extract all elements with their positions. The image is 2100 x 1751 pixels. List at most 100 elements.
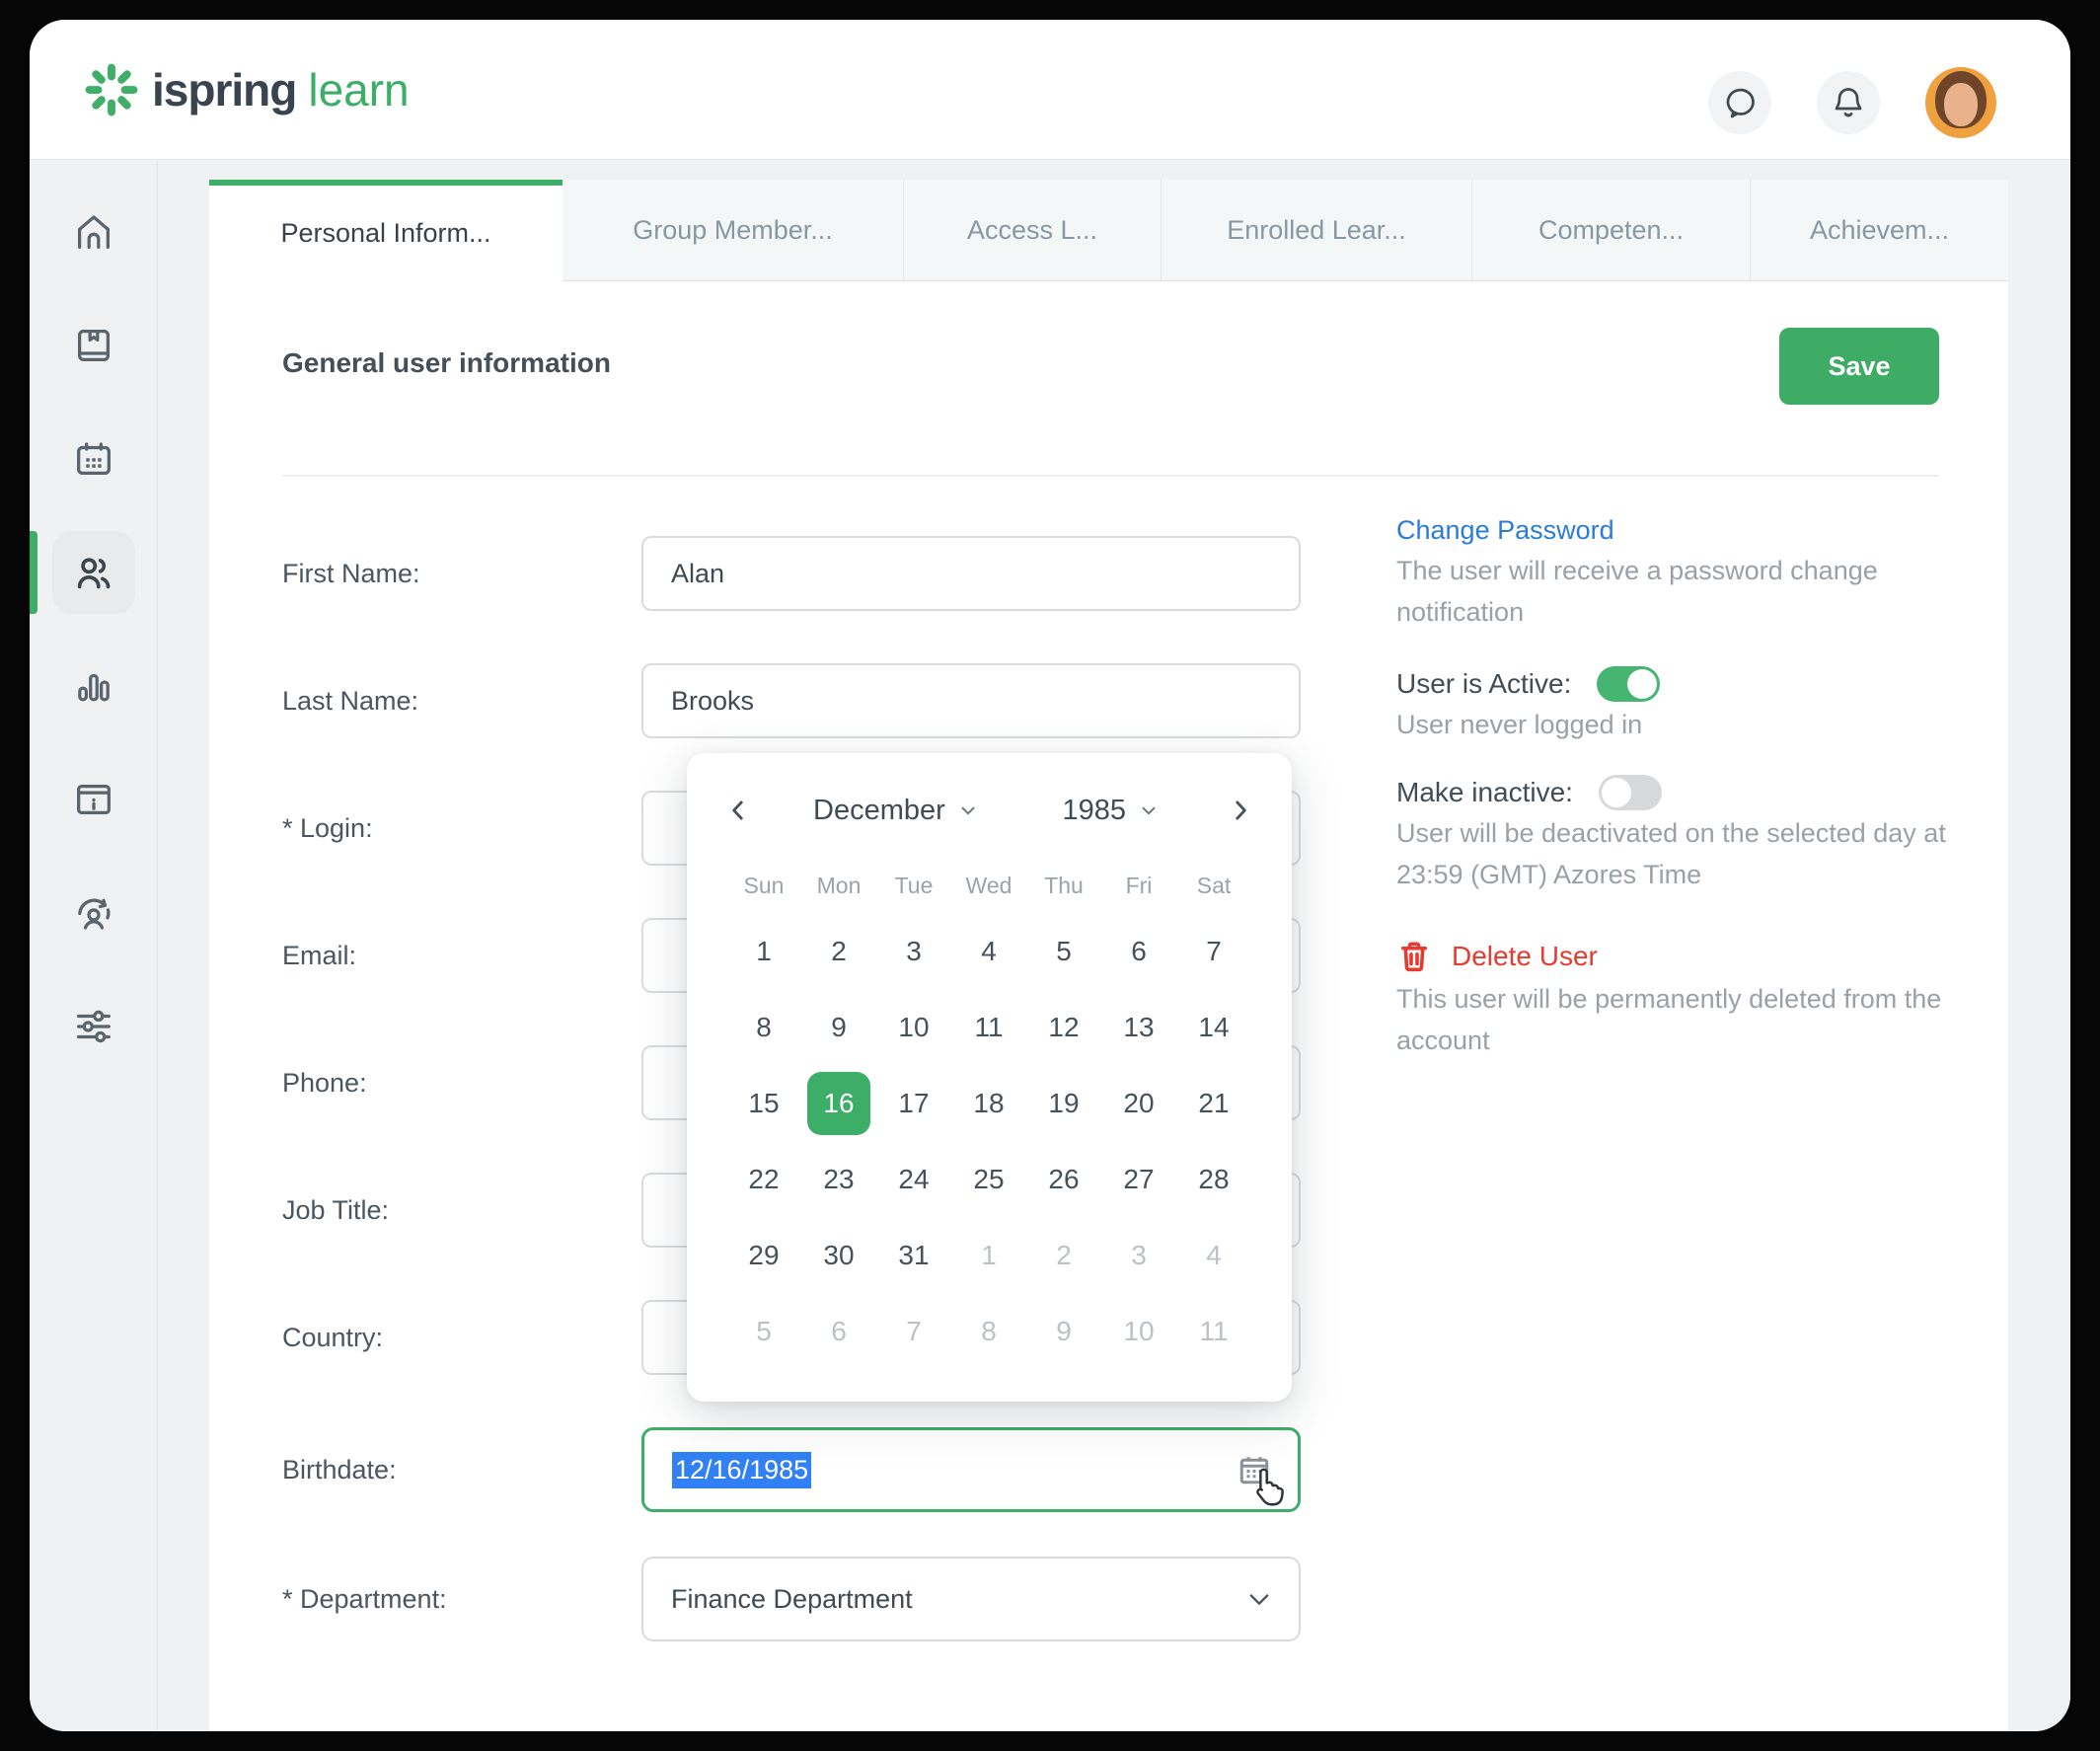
day-cell[interactable]: 14 xyxy=(1176,989,1251,1065)
day-cell[interactable]: 4 xyxy=(1176,1217,1251,1293)
tab-personal-information[interactable]: Personal Inform... xyxy=(209,180,562,281)
form-row-birthdate: Birthdate: 12/16/1985 xyxy=(282,1427,1301,1512)
day-cell[interactable]: 1 xyxy=(726,913,801,989)
year-dropdown[interactable]: 1985 xyxy=(1062,795,1160,827)
make-inactive-description: User will be deactivated on the selected… xyxy=(1396,812,1949,895)
day-cell[interactable]: 9 xyxy=(1026,1293,1101,1369)
screenshot-canvas: ispring learn xyxy=(0,0,2100,1751)
tab-group-membership[interactable]: Group Member... xyxy=(562,180,903,281)
day-cell[interactable]: 7 xyxy=(1176,913,1251,989)
sidebar-item-info[interactable] xyxy=(52,758,135,841)
day-cell[interactable]: 24 xyxy=(876,1141,951,1217)
delete-user-button[interactable]: Delete User xyxy=(1396,939,1949,974)
form-row-department: * Department: Finance Department xyxy=(282,1557,1301,1641)
day-cell[interactable]: 5 xyxy=(726,1293,801,1369)
user-active-description: User never logged in xyxy=(1396,704,1949,745)
day-cell[interactable]: 19 xyxy=(1026,1065,1101,1141)
bar-chart-icon xyxy=(71,663,116,709)
day-cell[interactable]: 26 xyxy=(1026,1141,1101,1217)
day-cell[interactable]: 6 xyxy=(1101,913,1176,989)
department-select[interactable]: Finance Department xyxy=(641,1557,1301,1641)
day-cell[interactable]: 1 xyxy=(951,1217,1026,1293)
save-button[interactable]: Save xyxy=(1779,328,1939,405)
day-cell[interactable]: 10 xyxy=(1101,1293,1176,1369)
weekday-row: SunMonTueWedThuFriSat xyxy=(687,864,1292,907)
page-title: General user information xyxy=(282,347,611,379)
day-cell[interactable]: 9 xyxy=(801,989,876,1065)
tab-enrolled-learning[interactable]: Enrolled Lear... xyxy=(1161,180,1471,281)
day-cell[interactable]: 8 xyxy=(726,989,801,1065)
birthdate-input[interactable]: 12/16/1985 xyxy=(641,1427,1301,1512)
day-cell[interactable]: 12 xyxy=(1026,989,1101,1065)
sidebar-item-settings[interactable] xyxy=(52,985,135,1068)
sidebar-item-calendar[interactable] xyxy=(52,418,135,500)
day-cell[interactable]: 5 xyxy=(1026,913,1101,989)
weekday-label: Fri xyxy=(1101,864,1176,907)
toggle-knob xyxy=(1627,669,1657,699)
tab-access-level[interactable]: Access L... xyxy=(903,180,1161,281)
country-label: Country: xyxy=(282,1323,641,1353)
previous-month-button[interactable] xyxy=(716,789,760,832)
make-inactive-toggle[interactable] xyxy=(1599,775,1662,810)
mentoring-icon xyxy=(71,890,116,936)
tab-achievements[interactable]: Achievem... xyxy=(1750,180,2008,281)
sidebar-item-home[interactable] xyxy=(52,190,135,273)
hand-cursor-icon xyxy=(1246,1464,1292,1509)
sidebar-item-reports[interactable] xyxy=(52,645,135,727)
department-label: * Department: xyxy=(282,1584,641,1615)
weekday-label: Mon xyxy=(801,864,876,907)
home-icon xyxy=(71,209,116,255)
chevron-down-icon xyxy=(1245,1585,1273,1613)
brand-spark-icon xyxy=(85,63,138,116)
notifications-button[interactable] xyxy=(1817,71,1880,134)
sidebar-item-library[interactable] xyxy=(52,304,135,387)
selected-day-cell[interactable]: 16 xyxy=(801,1065,876,1141)
day-cell[interactable]: 3 xyxy=(1101,1217,1176,1293)
tab-competencies[interactable]: Competen... xyxy=(1471,180,1750,281)
user-active-toggle[interactable] xyxy=(1597,666,1660,702)
chevron-right-icon xyxy=(1228,798,1253,823)
day-cell[interactable]: 30 xyxy=(801,1217,876,1293)
day-cell[interactable]: 22 xyxy=(726,1141,801,1217)
day-cell[interactable]: 6 xyxy=(801,1293,876,1369)
chat-button[interactable] xyxy=(1708,71,1771,134)
first-name-input[interactable]: Alan xyxy=(641,536,1301,611)
day-cell[interactable]: 20 xyxy=(1101,1065,1176,1141)
day-cell[interactable]: 2 xyxy=(801,913,876,989)
birthdate-label: Birthdate: xyxy=(282,1455,641,1485)
sidebar-divider xyxy=(157,160,158,1731)
month-dropdown[interactable]: December xyxy=(813,795,979,827)
day-cell[interactable]: 3 xyxy=(876,913,951,989)
day-cell[interactable]: 10 xyxy=(876,989,951,1065)
day-cell[interactable]: 17 xyxy=(876,1065,951,1141)
day-cell[interactable]: 27 xyxy=(1101,1141,1176,1217)
day-cell[interactable]: 13 xyxy=(1101,989,1176,1065)
day-cell[interactable]: 18 xyxy=(951,1065,1026,1141)
day-cell[interactable]: 29 xyxy=(726,1217,801,1293)
day-cell[interactable]: 28 xyxy=(1176,1141,1251,1217)
year-label: 1985 xyxy=(1062,795,1126,827)
day-cell[interactable]: 15 xyxy=(726,1065,801,1141)
make-inactive-label: Make inactive: xyxy=(1396,777,1573,808)
day-cell[interactable]: 4 xyxy=(951,913,1026,989)
sidebar-item-users[interactable] xyxy=(52,531,135,614)
next-month-button[interactable] xyxy=(1219,789,1262,832)
first-name-label: First Name: xyxy=(282,559,641,589)
day-cell[interactable]: 25 xyxy=(951,1141,1026,1217)
sidebar-item-mentoring[interactable] xyxy=(52,872,135,954)
day-cell[interactable]: 8 xyxy=(951,1293,1026,1369)
weekday-label: Tue xyxy=(876,864,951,907)
day-cell[interactable]: 7 xyxy=(876,1293,951,1369)
info-card-icon xyxy=(71,777,116,822)
datepicker-popup: December 1985 SunMonTueWedThuFriSat 1234… xyxy=(687,753,1292,1402)
day-cell[interactable]: 31 xyxy=(876,1217,951,1293)
avatar[interactable] xyxy=(1925,67,1996,138)
last-name-input[interactable]: Brooks xyxy=(641,663,1301,738)
day-cell[interactable]: 11 xyxy=(1176,1293,1251,1369)
sliders-icon xyxy=(71,1004,116,1049)
change-password-link[interactable]: Change Password xyxy=(1396,515,1614,546)
day-cell[interactable]: 2 xyxy=(1026,1217,1101,1293)
day-cell[interactable]: 11 xyxy=(951,989,1026,1065)
day-cell[interactable]: 21 xyxy=(1176,1065,1251,1141)
day-cell[interactable]: 23 xyxy=(801,1141,876,1217)
